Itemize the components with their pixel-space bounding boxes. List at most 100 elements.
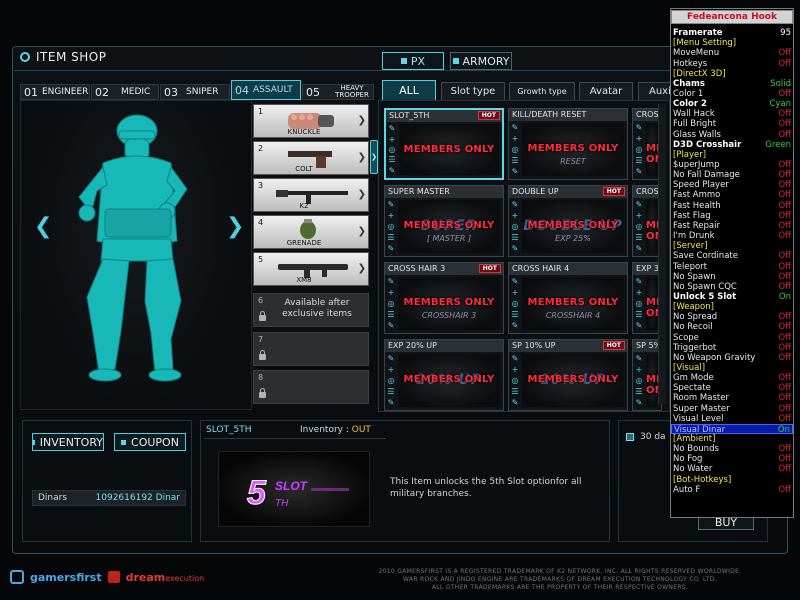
duration-option[interactable]: 30 da [626,432,666,442]
list-icon[interactable]: ☰ [388,156,395,164]
list-icon[interactable]: ☰ [511,387,518,396]
hack-menu-option[interactable]: Scope Off [671,333,793,343]
hack-menu-option[interactable]: Color 1 Off [671,89,793,99]
hack-menu-option[interactable]: D3D Crosshair Green [671,140,793,150]
item-card[interactable]: KILL/DEATH RESET ✎ + ◎ ☰ ✎ RESET MEMBERS ONLY [508,108,628,180]
wrench-icon[interactable]: ✎ [512,278,519,286]
target-icon[interactable]: ◎ [512,299,519,308]
wrench-icon[interactable]: ✎ [636,201,643,209]
plus-icon[interactable]: + [389,135,396,144]
list-icon[interactable]: ☰ [387,233,394,242]
tag-icon[interactable]: ✎ [636,398,643,407]
target-icon[interactable]: ◎ [636,222,643,231]
hack-menu-option[interactable]: No Spawn CQC Off [671,282,793,292]
hack-menu-title[interactable]: Fedeancona Hook [671,10,793,24]
list-icon[interactable]: ☰ [635,387,642,396]
tag-icon[interactable]: ✎ [388,321,395,330]
wrench-icon[interactable]: ✎ [512,201,519,209]
plus-icon[interactable]: + [388,366,395,374]
plus-icon[interactable]: + [636,289,643,297]
hack-menu-option[interactable]: No Weapon Gravity Off [671,353,793,363]
tag-icon[interactable]: ✎ [388,398,395,407]
hack-menu-option[interactable]: Visual Level Off [671,414,793,424]
hack-menu-option[interactable]: Fast Repair Off [671,221,793,231]
tag-icon[interactable]: ✎ [388,244,395,253]
hack-menu-option[interactable]: $uperJump Off [671,160,793,170]
tab-growth-type[interactable]: Growth type [509,82,575,100]
tag-icon[interactable]: ✎ [512,321,519,330]
target-icon[interactable]: ◎ [388,222,395,231]
list-icon[interactable]: ☰ [635,310,642,319]
plus-icon[interactable]: + [512,135,519,143]
hack-menu-option[interactable]: Super Master Off [671,404,793,414]
plus-icon[interactable]: + [512,212,519,220]
wrench-icon[interactable]: ✎ [388,278,395,286]
hack-menu-option[interactable]: Wall Hack Off [671,109,793,119]
hack-menu-option[interactable]: Teleport Off [671,262,793,272]
weapon-slot-knuckle[interactable]: 1 KNUCKLE ❯ [253,104,369,138]
hack-menu-option[interactable]: No Recoil Off [671,322,793,332]
target-icon[interactable]: ◎ [636,376,643,385]
wrench-icon[interactable]: ✎ [389,125,396,133]
plus-icon[interactable]: + [636,366,643,374]
hack-menu-option[interactable]: Gm Mode Off [671,373,793,383]
hack-menu-option[interactable]: I'm Drunk Off [671,231,793,241]
inventory-button[interactable]: INVENTORY [32,433,104,451]
hack-menu-option[interactable]: Save Cordinate Off [671,251,793,261]
tag-icon[interactable]: ✎ [636,167,643,176]
wrench-icon[interactable]: ✎ [388,355,395,363]
hack-menu-option[interactable]: MoveMenu Off [671,48,793,58]
target-icon[interactable]: ◎ [512,376,519,385]
hack-menu-option[interactable]: Triggerbot Off [671,343,793,353]
hack-menu-option[interactable]: No Fall Damage Off [671,170,793,180]
target-icon[interactable]: ◎ [512,222,519,231]
hack-menu-option[interactable]: Chams Solid [671,79,793,89]
tag-icon[interactable]: ✎ [512,244,519,253]
rotate-right-arrow-icon[interactable]: ❯ [226,214,244,239]
tag-icon[interactable]: ✎ [636,321,643,330]
hack-menu-option[interactable]: Fast Health Off [671,201,793,211]
hack-menu-option[interactable]: Fast Ammo Off [671,190,793,200]
item-card[interactable]: SLOT_5TH HOT ✎ + ◎ ☰ ✎ MEMBERS ONLY [384,108,504,180]
tab-assault[interactable]: 04 ASSAULT [231,80,301,100]
tab-engineer[interactable]: 01 ENGINEER [20,84,90,100]
list-icon[interactable]: ☰ [635,233,642,242]
list-icon[interactable]: ☰ [387,387,394,396]
wrench-icon[interactable]: ✎ [388,201,395,209]
plus-icon[interactable]: + [388,289,395,297]
weapon-slot-colt[interactable]: 2 COLT ❯ [253,141,369,175]
item-card[interactable]: EXP 20% UP ✎ + ◎ ☰ ✎ 20% UP MEMBERS ONLY [384,339,504,411]
weapon-slot-xm8[interactable]: 5 XM8 ❯ [253,252,369,286]
hack-menu-option[interactable]: Color 2 Cyan [671,99,793,109]
hack-menu-option[interactable]: Visual Dinar On [671,423,793,435]
wrench-icon[interactable]: ✎ [636,278,643,286]
list-icon[interactable]: ☰ [387,310,394,319]
target-icon[interactable]: ◎ [389,145,396,154]
hack-menu-option[interactable]: Speed Player Off [671,180,793,190]
tab-all[interactable]: ALL [382,80,436,100]
target-icon[interactable]: ◎ [388,299,395,308]
target-icon[interactable]: ◎ [636,145,643,154]
hack-menu-option[interactable]: Framerate 95 [671,28,793,38]
item-card[interactable]: SP 10% UP HOT ✎ + ◎ ☰ ✎ 10% UP MEMBERS ONLY [508,339,628,411]
hack-menu-option[interactable]: Unlock 5 Slot On [671,292,793,302]
item-card[interactable]: CROSS HAIR 3 HOT ✎ + ◎ ☰ ✎ CROSSHAIR 3 MEMBERS O… [384,262,504,334]
armory-button[interactable]: ARMORY [450,52,512,70]
plus-icon[interactable]: + [512,289,519,297]
hack-menu-option[interactable]: Full Bright Off [671,119,793,129]
wrench-icon[interactable]: ✎ [512,124,519,132]
hack-menu-option[interactable]: No Spawn Off [671,272,793,282]
weapon-slot-k2[interactable]: 3 K2 ❯ [253,178,369,212]
plus-icon[interactable]: + [512,366,519,374]
tab-auxiliary[interactable]: Auxi [638,82,674,100]
weapon-slot-grenade[interactable]: 4 GRENADE ❯ [253,215,369,249]
wrench-icon[interactable]: ✎ [636,355,643,363]
tag-icon[interactable]: ✎ [512,167,519,176]
hack-menu-option[interactable]: No Water Off [671,464,793,474]
item-card[interactable]: DOUBLE UP HOT ✎ + ◎ ☰ ✎ DOUBLE UP EXP 25% MEMBERS… [508,185,628,257]
hack-menu-option[interactable]: Glass Walls Off [671,130,793,140]
list-icon[interactable]: ☰ [511,233,518,242]
plus-icon[interactable]: + [636,212,643,220]
px-button[interactable]: PX [382,52,444,70]
hack-menu-option[interactable]: Room Master Off [671,393,793,403]
